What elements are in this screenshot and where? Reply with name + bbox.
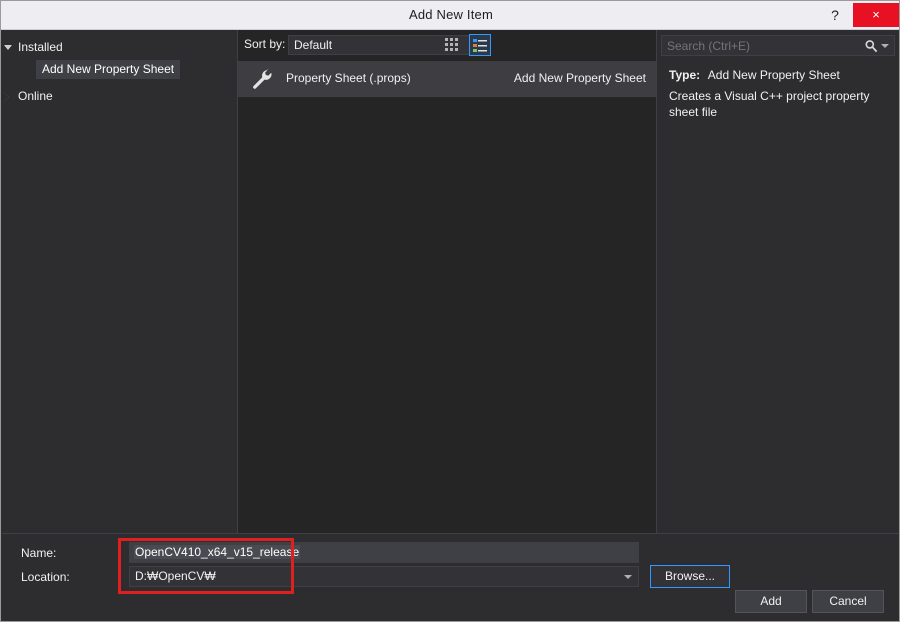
sidebar-item-installed[interactable]: Installed [2, 37, 237, 58]
chevron-down-icon[interactable] [624, 575, 632, 579]
templates-list: Property Sheet (.props) Add New Property… [238, 61, 656, 531]
sidebar-item-online[interactable]: Online [2, 86, 237, 107]
templates-panel: Sort by: Default [237, 30, 657, 533]
sidebar-item-installed-label: Installed [18, 40, 63, 54]
location-combobox[interactable]: D:₩OpenCV₩ [129, 566, 639, 587]
sidebar-item-online-label: Online [18, 89, 53, 103]
list-item-category: Add New Property Sheet [514, 71, 646, 85]
detail-type-label: Type: [669, 68, 700, 82]
sidebar-subitems: Add New Property Sheet [2, 60, 237, 79]
detail-type-value: Add New Property Sheet [708, 68, 840, 82]
list-item-name: Property Sheet (.props) [286, 71, 411, 85]
add-new-item-dialog: Add New Item ? × Installed Add New Prope… [0, 0, 900, 622]
sidebar-item-add-new-property-sheet[interactable]: Add New Property Sheet [36, 60, 180, 79]
list-item[interactable]: Property Sheet (.props) Add New Property… [238, 61, 656, 97]
search-input[interactable] [662, 36, 862, 55]
cancel-button[interactable]: Cancel [812, 590, 884, 613]
sort-by-label: Sort by: [244, 37, 285, 51]
form-area: Name: OpenCV410_x64_v15_release Location… [2, 533, 899, 621]
sort-by-value: Default [294, 38, 332, 52]
triangle-down-icon [4, 45, 12, 50]
detail-description: Creates a Visual C++ project property sh… [669, 88, 881, 120]
templates-toolbar: Sort by: Default [238, 30, 656, 61]
details-panel: Type: Add New Property Sheet Creates a V… [657, 30, 900, 533]
add-button[interactable]: Add [735, 590, 807, 613]
search-box[interactable] [661, 35, 895, 56]
name-input[interactable]: OpenCV410_x64_v15_release [129, 542, 639, 563]
close-button[interactable]: × [853, 3, 899, 27]
chevron-down-icon[interactable] [881, 44, 889, 48]
detail-type-row: Type: Add New Property Sheet [669, 68, 893, 82]
triangle-right-icon [4, 93, 9, 101]
page-title: Add New Item [1, 1, 900, 29]
name-label: Name: [21, 546, 56, 560]
location-input-value: D:₩OpenCV₩ [135, 569, 216, 583]
list-view-icon[interactable] [469, 34, 491, 56]
categories-panel: Installed Add New Property Sheet Online [2, 30, 237, 533]
wrench-icon [250, 67, 274, 91]
title-bar: Add New Item ? × [1, 1, 900, 30]
name-input-value: OpenCV410_x64_v15_release [134, 545, 300, 559]
grid-view-icon[interactable] [442, 34, 464, 56]
help-button[interactable]: ? [823, 3, 847, 27]
location-label: Location: [21, 570, 70, 584]
browse-button[interactable]: Browse... [650, 565, 730, 588]
search-icon[interactable] [864, 39, 878, 53]
